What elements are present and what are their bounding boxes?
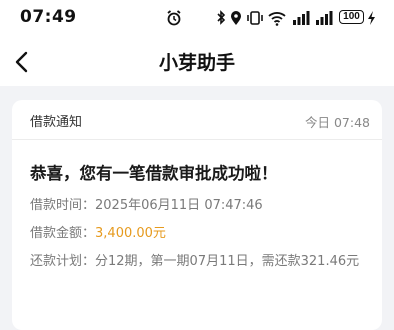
signal-icon [293, 11, 310, 25]
message-category: 借款通知 [30, 115, 83, 130]
vibrate-icon [247, 11, 263, 25]
message-headline: 恭喜，您有一笔借款审批成功啦！ [30, 164, 278, 183]
status-time: 07:49 [20, 7, 77, 27]
status-bar: 07:49 100 [0, 0, 394, 38]
bluetooth-icon [217, 10, 226, 25]
detail-row-repayment-plan: 还款计划：分12期，第一期07月11日，需还款321.46元 [30, 251, 372, 273]
battery-level: 100 [343, 11, 360, 22]
detail-label: 借款金额： [30, 226, 96, 241]
detail-label: 借款时间： [30, 198, 96, 213]
nav-bar: 小芽助手 [0, 38, 394, 86]
location-icon [231, 11, 241, 25]
detail-label: 还款计划： [30, 254, 96, 269]
card-header: 借款通知 今日 07:48 [12, 100, 382, 140]
message-card[interactable]: 借款通知 今日 07:48 恭喜，您有一笔借款审批成功啦！ 借款时间：2025年… [12, 100, 382, 330]
detail-row-loan-time: 借款时间：2025年06月11日 07:47:46 [30, 195, 372, 217]
message-time: 今日 07:48 [305, 115, 370, 130]
page-title: 小芽助手 [158, 52, 235, 74]
charging-icon [368, 11, 375, 25]
detail-value: 2025年06月11日 07:47:46 [95, 198, 263, 213]
loan-amount-value: 3,400.00元 [95, 226, 166, 241]
alarm-icon [167, 10, 181, 26]
detail-value: 分12期，第一期07月11日，需还款321.46元 [95, 254, 360, 269]
wifi-icon [268, 12, 286, 26]
battery-icon: 100 [339, 10, 364, 24]
signal-icon [316, 11, 333, 25]
detail-row-loan-amount: 借款金额：3,400.00元 [30, 223, 372, 245]
